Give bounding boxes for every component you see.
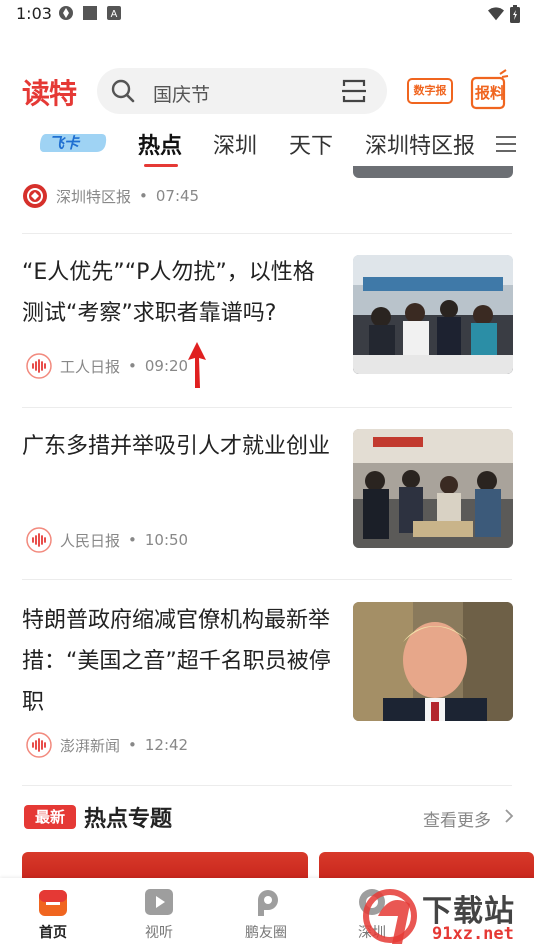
- status-time: 1:03: [16, 4, 52, 23]
- tab-hot[interactable]: 热点: [138, 128, 182, 160]
- status-icons-left: A: [58, 5, 122, 21]
- audio-icon[interactable]: [26, 353, 52, 379]
- news-thumbnail: [353, 255, 513, 374]
- news-source: 深圳特区报: [56, 187, 132, 206]
- news-meta: 深圳特区报 • 07:45: [22, 183, 199, 209]
- home-icon: [39, 890, 67, 916]
- pointer-arrow-icon: [188, 342, 206, 388]
- audio-icon[interactable]: [26, 732, 52, 758]
- meta-separator: •: [128, 736, 137, 754]
- wifi-icon: [488, 7, 504, 21]
- feika-label: 飞卡: [49, 134, 81, 152]
- list-item[interactable]: 深圳特区报 • 07:45: [0, 166, 534, 234]
- nav-friends-circle[interactable]: 鹏友圈: [231, 886, 301, 942]
- audio-icon[interactable]: [26, 527, 52, 553]
- divider: [22, 785, 512, 786]
- news-meta: 澎湃新闻 • 12:42: [26, 732, 188, 758]
- news-time: 10:50: [144, 531, 189, 549]
- menu-icon[interactable]: [496, 135, 516, 153]
- list-item[interactable]: 广东多措并举吸引人才就业创业 人民日报 • 10:50: [0, 408, 534, 580]
- meta-separator: •: [139, 187, 148, 205]
- digital-paper-label: 数字报: [413, 84, 447, 97]
- chevron-right-icon[interactable]: [503, 808, 515, 824]
- search-placeholder: 国庆节: [153, 84, 211, 106]
- sync-icon: [59, 6, 73, 20]
- tab-world[interactable]: 天下: [289, 128, 333, 160]
- top-bar: 读特 国庆节 数字报 报料: [0, 64, 534, 120]
- new-badge: 最新: [24, 805, 76, 829]
- play-icon: [145, 889, 173, 915]
- news-thumbnail: [353, 166, 513, 178]
- news-source: 工人日报: [60, 357, 121, 376]
- news-thumbnail: [353, 429, 513, 548]
- list-item[interactable]: 特朗普政府缩减官僚机构最新举措：“美国之音”超千名职员被停职 澎湃新闻 • 12…: [0, 580, 534, 786]
- news-title: 广东多措并举吸引人才就业创业: [22, 434, 331, 459]
- report-button[interactable]: 报料: [470, 68, 510, 112]
- news-thumbnail: [353, 602, 513, 721]
- meta-separator: •: [128, 531, 137, 549]
- digital-paper-button[interactable]: 数字报: [407, 74, 453, 112]
- text-a-icon: A: [107, 6, 121, 20]
- sz-daily-logo-icon: [23, 184, 47, 208]
- search-input[interactable]: 国庆节: [97, 68, 387, 114]
- news-source: 澎湃新闻: [60, 736, 121, 755]
- scan-icon[interactable]: [341, 78, 367, 104]
- news-time: 09:20: [144, 357, 189, 375]
- news-meta: 工人日报 • 09:20: [26, 353, 188, 379]
- nav-label: 鹏友圈: [245, 925, 287, 941]
- watermark-url: 91xz.net: [432, 924, 514, 944]
- tab-shenzhen[interactable]: 深圳: [213, 128, 257, 160]
- tab-sz-special-zone-daily[interactable]: 深圳特区报: [365, 128, 475, 160]
- app-logo[interactable]: 读特: [22, 72, 77, 112]
- news-time: 12:42: [144, 736, 189, 754]
- report-label: 报料: [474, 84, 505, 102]
- nav-audio-video[interactable]: 视听: [124, 886, 194, 942]
- topics-section-header: 最新 热点专题 查看更多: [0, 798, 534, 838]
- nav-home[interactable]: 首页: [18, 886, 88, 942]
- news-title: 特朗普政府缩减官僚机构最新举措：“美国之音”超千名职员被停职: [22, 608, 331, 715]
- list-item[interactable]: “E人优先”“P人勿扰”，以性格测试“考察”求职者靠谱吗? 工人日报 • 09:…: [0, 234, 534, 408]
- news-meta: 人民日报 • 10:50: [26, 527, 188, 553]
- news-source: 人民日报: [60, 531, 121, 550]
- circle-p-icon: [258, 890, 278, 916]
- battery-icon: [510, 5, 520, 23]
- news-title: “E人优先”“P人勿扰”，以性格测试“考察”求职者靠谱吗?: [22, 260, 315, 326]
- svg-text:A: A: [111, 9, 118, 20]
- square-icon: [83, 6, 97, 20]
- feika-tab[interactable]: 飞卡: [40, 130, 108, 156]
- topics-title: 热点专题: [84, 807, 173, 832]
- search-icon: [111, 79, 135, 103]
- news-time: 07:45: [155, 187, 200, 205]
- channel-tab-bar: 飞卡 热点 深圳 天下 深圳特区报: [0, 122, 534, 167]
- meta-separator: •: [128, 357, 137, 375]
- status-bar: 1:03 A: [0, 0, 534, 30]
- see-more-link[interactable]: 查看更多: [423, 806, 491, 831]
- status-icons-right: [488, 5, 520, 23]
- nav-label: 视听: [145, 925, 173, 941]
- site-watermark: 下载站 91xz.net: [362, 882, 534, 950]
- nav-label: 首页: [39, 925, 67, 941]
